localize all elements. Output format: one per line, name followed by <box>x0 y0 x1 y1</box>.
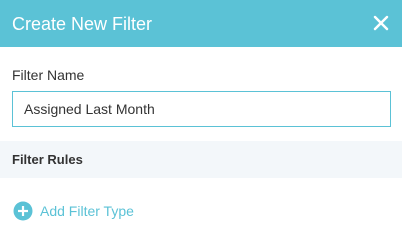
create-filter-dialog: Create New Filter Filter Name Filter Rul… <box>0 0 402 251</box>
filter-name-input[interactable] <box>12 91 391 127</box>
add-filter-type-label: Add Filter Type <box>40 203 134 219</box>
dialog-title: Create New Filter <box>12 13 153 34</box>
dialog-header: Create New Filter <box>0 0 402 47</box>
filter-name-label: Filter Name <box>12 67 85 83</box>
filter-rules-section: Filter Rules <box>0 141 402 178</box>
close-button[interactable] <box>372 14 390 32</box>
plus-circle-icon <box>13 201 33 221</box>
filter-rules-title: Filter Rules <box>12 152 83 167</box>
add-filter-type-button[interactable]: Add Filter Type <box>13 201 134 221</box>
close-icon <box>373 15 389 31</box>
